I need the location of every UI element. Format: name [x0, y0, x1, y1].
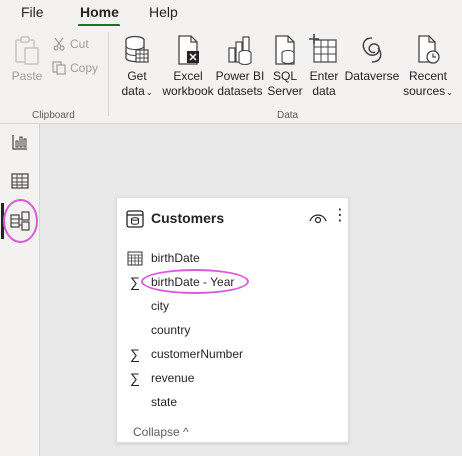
highlight-annotation	[3, 199, 38, 243]
excel-workbook-button[interactable]: Excel workbook	[162, 34, 214, 99]
field-label: state	[151, 395, 178, 409]
field-country[interactable]: country	[127, 320, 337, 340]
paste-label: Paste	[11, 69, 43, 83]
field-birthdate[interactable]: birthDate	[127, 248, 337, 268]
sql-server-button[interactable]: SQL Server	[266, 34, 304, 99]
ribbon-separator	[108, 32, 109, 116]
excel-label-1: Excel	[173, 69, 203, 83]
sql-label-2: Server	[267, 84, 303, 98]
get-data-button[interactable]: Get data⌄	[118, 34, 156, 100]
enter-label-1: Enter	[309, 69, 339, 83]
chevron-down-icon: ⌄	[145, 88, 153, 97]
more-options-icon[interactable]: ⋮	[332, 208, 348, 224]
sigma-icon: ∑	[130, 370, 140, 386]
copy-button[interactable]: Copy	[52, 61, 98, 75]
enter-data-button[interactable]: Enter data	[306, 34, 342, 99]
field-customernumber[interactable]: ∑ customerNumber	[127, 344, 337, 364]
table-icon	[126, 210, 144, 228]
menu-file[interactable]: File	[21, 4, 44, 20]
powerbi-datasets-button[interactable]: Power BI datasets	[215, 34, 265, 99]
dataverse-icon	[362, 37, 382, 63]
field-label: birthDate	[151, 251, 200, 265]
collapse-label: Collapse	[133, 425, 180, 439]
menu-home[interactable]: Home	[80, 4, 119, 20]
cut-label: Cut	[70, 37, 89, 51]
recent-label-2: sources	[403, 84, 446, 98]
customers-table-card[interactable]: Customers ⋮ birthDate ∑ birthDate - Year…	[116, 197, 349, 443]
view-switcher-rail	[0, 124, 40, 456]
report-view-icon	[12, 135, 27, 150]
sql-server-icon	[275, 35, 295, 65]
calendar-icon	[127, 251, 143, 266]
paste-icon	[15, 36, 39, 65]
collapse-button[interactable]: Collapse ^	[133, 425, 189, 439]
database-icon	[125, 35, 149, 63]
excel-label-2: workbook	[162, 84, 214, 98]
recent-label-1: Recent	[408, 69, 448, 83]
table-title: Customers	[151, 210, 225, 226]
field-state[interactable]: state	[127, 392, 337, 412]
paste-button[interactable]: Paste	[9, 36, 45, 84]
scissors-icon	[53, 37, 65, 51]
data-view-button[interactable]	[8, 169, 32, 193]
data-group-label: Data	[277, 110, 299, 121]
data-view-icon	[11, 173, 29, 189]
field-highlight-annotation	[141, 269, 249, 294]
get-data-label-1: Get	[127, 69, 147, 83]
ribbon: Paste Cut Copy Clipboard Get data⌄ Excel…	[0, 26, 462, 124]
table-plus-icon	[309, 34, 337, 63]
copy-label: Copy	[70, 61, 99, 75]
field-city[interactable]: city	[127, 296, 337, 316]
menu-bar: File Home Help	[0, 0, 462, 27]
field-revenue[interactable]: ∑ revenue	[127, 368, 337, 388]
dataset-icon	[228, 36, 252, 66]
cut-button[interactable]: Cut	[52, 37, 89, 51]
card-header[interactable]: Customers ⋮	[117, 198, 348, 236]
get-data-label-2: data	[121, 84, 145, 98]
dataverse-button[interactable]: Dataverse	[344, 34, 400, 84]
sql-label-1: SQL	[272, 69, 297, 83]
clipboard-group-label: Clipboard	[32, 110, 75, 121]
copy-icon	[52, 61, 66, 75]
field-label: customerNumber	[151, 347, 244, 361]
menu-help[interactable]: Help	[149, 4, 178, 20]
visibility-icon[interactable]	[309, 212, 327, 224]
chevron-up-icon: ^	[183, 425, 189, 439]
field-label: country	[151, 323, 191, 337]
sigma-icon: ∑	[130, 346, 140, 362]
recent-sources-button[interactable]: Recent sources⌄	[400, 34, 456, 100]
report-view-button[interactable]	[8, 130, 32, 154]
powerbi-label-2: datasets	[217, 84, 263, 98]
chevron-down-icon: ⌄	[446, 88, 453, 97]
field-label: revenue	[151, 371, 195, 385]
recent-sources-icon	[418, 35, 440, 64]
excel-icon	[178, 35, 199, 65]
enter-label-2: data	[312, 84, 336, 98]
dataverse-label: Dataverse	[344, 69, 400, 83]
powerbi-label-1: Power BI	[215, 69, 265, 83]
field-label: city	[151, 299, 169, 313]
